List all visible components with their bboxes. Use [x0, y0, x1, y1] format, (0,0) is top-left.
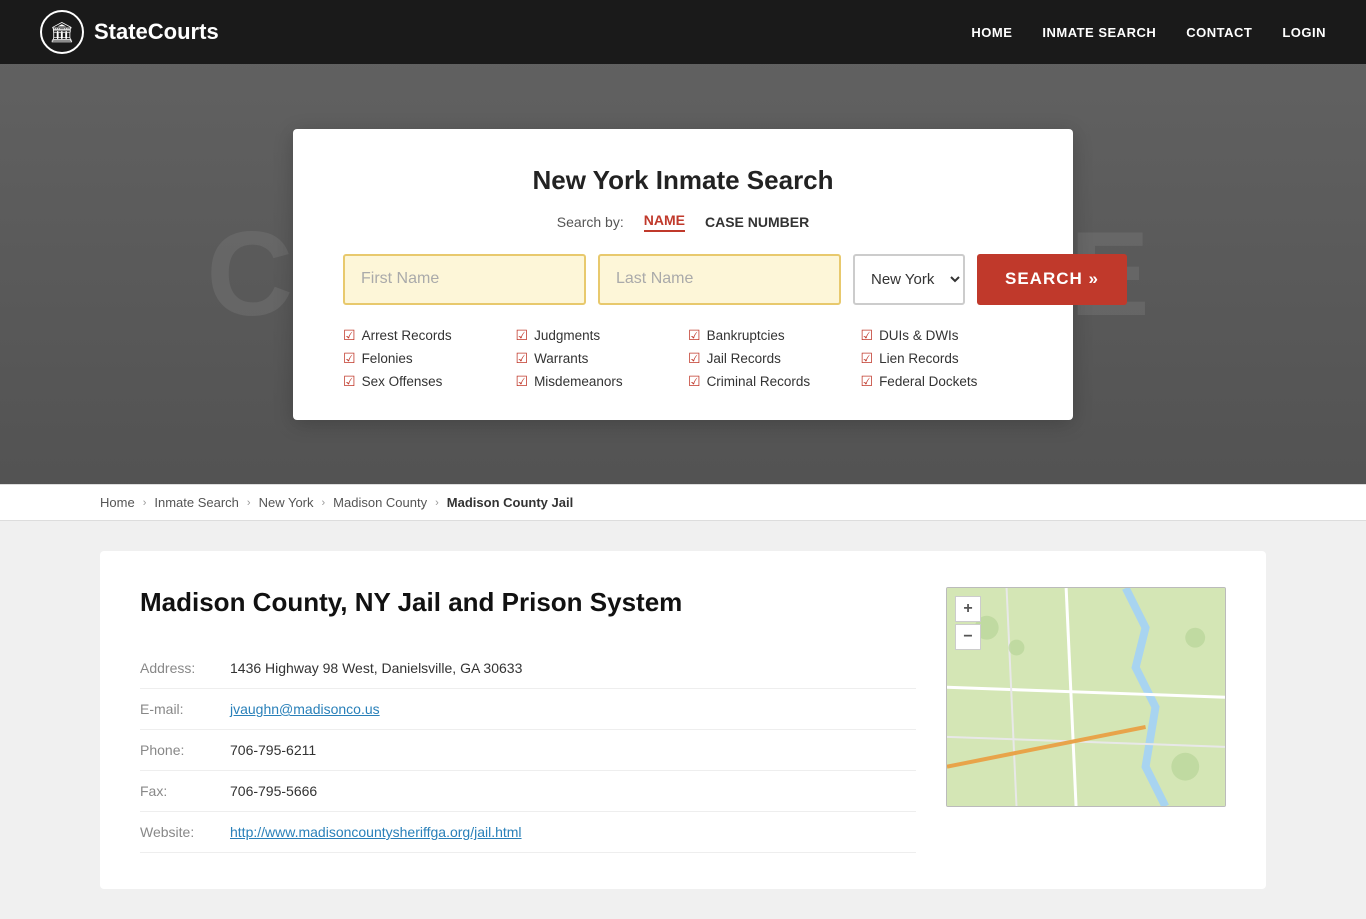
fax-value: 706-795-5666: [230, 771, 916, 812]
search-tabs: Search by: NAME CASE NUMBER: [343, 212, 1023, 232]
checklist-item: ☑Warrants: [516, 350, 679, 367]
search-title: New York Inmate Search: [343, 165, 1023, 196]
checklist-item: ☑Criminal Records: [688, 373, 851, 390]
nav-contact[interactable]: CONTACT: [1186, 25, 1252, 40]
checklist-item: ☑Bankruptcies: [688, 327, 851, 344]
site-header: 🏛 StateCourts HOME INMATE SEARCH CONTACT…: [0, 0, 1366, 64]
hero-section: COURTHOUSE New York Inmate Search Search…: [0, 64, 1366, 484]
search-inputs: New York Alabama Alaska California Flori…: [343, 254, 1023, 305]
fax-label: Fax:: [140, 771, 230, 812]
checkbox-icon: ☑: [861, 327, 874, 344]
checklist-item: ☑Federal Dockets: [861, 373, 1024, 390]
state-select[interactable]: New York Alabama Alaska California Flori…: [853, 254, 965, 305]
checkbox-icon: ☑: [861, 350, 874, 367]
map-container: + −: [946, 587, 1226, 807]
breadcrumb-home[interactable]: Home: [100, 495, 135, 510]
nav-home[interactable]: HOME: [971, 25, 1012, 40]
tab-name[interactable]: NAME: [644, 212, 685, 232]
checkbox-icon: ☑: [688, 350, 701, 367]
breadcrumb-new-york[interactable]: New York: [259, 495, 314, 510]
breadcrumb-current: Madison County Jail: [447, 495, 573, 510]
email-row: E-mail: jvaughn@madisonco.us: [140, 689, 916, 730]
checkbox-icon: ☑: [516, 327, 529, 344]
search-by-label: Search by:: [557, 214, 624, 230]
breadcrumb-madison-county[interactable]: Madison County: [333, 495, 427, 510]
checklist-item: ☑Judgments: [516, 327, 679, 344]
phone-label: Phone:: [140, 730, 230, 771]
checklist-item: ☑DUIs & DWIs: [861, 327, 1024, 344]
map-controls: + −: [955, 596, 981, 650]
checklist-item: ☑Felonies: [343, 350, 506, 367]
checkbox-icon: ☑: [516, 350, 529, 367]
content-card: Madison County, NY Jail and Prison Syste…: [100, 551, 1266, 889]
nav-login[interactable]: LOGIN: [1282, 25, 1326, 40]
content-right: + −: [946, 587, 1226, 853]
breadcrumb: Home › Inmate Search › New York › Madiso…: [0, 484, 1366, 521]
map-zoom-in-button[interactable]: +: [955, 596, 981, 622]
email-label: E-mail:: [140, 689, 230, 730]
logo-icon: 🏛: [40, 10, 84, 54]
map-zoom-out-button[interactable]: −: [955, 624, 981, 650]
address-row: Address: 1436 Highway 98 West, Danielsvi…: [140, 648, 916, 689]
checkbox-icon: ☑: [343, 373, 356, 390]
logo[interactable]: 🏛 StateCourts: [40, 10, 219, 54]
logo-text: StateCourts: [94, 19, 219, 45]
main-content: Madison County, NY Jail and Prison Syste…: [0, 521, 1366, 919]
checklist: ☑Arrest Records ☑Judgments ☑Bankruptcies ☑D…: [343, 327, 1023, 390]
checkbox-icon: ☑: [688, 373, 701, 390]
checkbox-icon: ☑: [343, 327, 356, 344]
checkbox-icon: ☑: [516, 373, 529, 390]
checklist-item: ☑Lien Records: [861, 350, 1024, 367]
phone-value: 706-795-6211: [230, 730, 916, 771]
checklist-item: ☑Jail Records: [688, 350, 851, 367]
page-title: Madison County, NY Jail and Prison Syste…: [140, 587, 916, 618]
website-link[interactable]: http://www.madisoncountysheriffga.org/ja…: [230, 824, 522, 840]
last-name-input[interactable]: [598, 254, 841, 305]
first-name-input[interactable]: [343, 254, 586, 305]
email-link[interactable]: jvaughn@madisonco.us: [230, 701, 380, 717]
address-value: 1436 Highway 98 West, Danielsville, GA 3…: [230, 648, 916, 689]
checkbox-icon: ☑: [688, 327, 701, 344]
main-nav: HOME INMATE SEARCH CONTACT LOGIN: [971, 25, 1326, 40]
nav-inmate-search[interactable]: INMATE SEARCH: [1042, 25, 1156, 40]
website-label: Website:: [140, 812, 230, 853]
checklist-item: ☑Arrest Records: [343, 327, 506, 344]
phone-row: Phone: 706-795-6211: [140, 730, 916, 771]
checkbox-icon: ☑: [343, 350, 356, 367]
checklist-item: ☑Misdemeanors: [516, 373, 679, 390]
breadcrumb-inmate-search[interactable]: Inmate Search: [154, 495, 239, 510]
website-row: Website: http://www.madisoncountysheriff…: [140, 812, 916, 853]
checkbox-icon: ☑: [861, 373, 874, 390]
content-left: Madison County, NY Jail and Prison Syste…: [140, 587, 916, 853]
fax-row: Fax: 706-795-5666: [140, 771, 916, 812]
address-label: Address:: [140, 648, 230, 689]
map-svg: [947, 588, 1225, 806]
tab-case-number[interactable]: CASE NUMBER: [705, 214, 809, 230]
search-card: New York Inmate Search Search by: NAME C…: [293, 129, 1073, 420]
facility-info-table: Address: 1436 Highway 98 West, Danielsvi…: [140, 648, 916, 853]
search-button[interactable]: SEARCH »: [977, 254, 1127, 305]
checklist-item: ☑Sex Offenses: [343, 373, 506, 390]
